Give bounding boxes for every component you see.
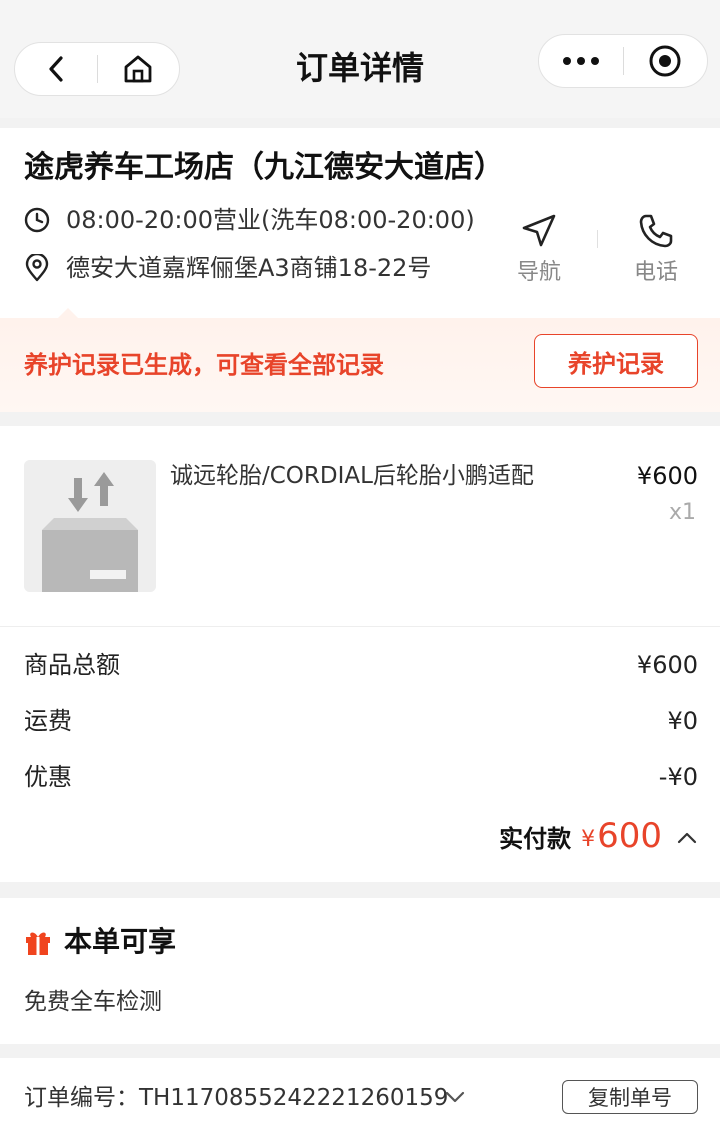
- chevron-down-icon[interactable]: [444, 1090, 466, 1104]
- actions-divider: [597, 230, 598, 248]
- navigate-button[interactable]: 导航: [493, 212, 585, 286]
- home-button[interactable]: [98, 42, 180, 96]
- product-quantity: x1: [668, 500, 696, 525]
- benefits-title: 本单可享: [64, 925, 177, 958]
- benefit-item: 免费全车检测: [24, 989, 162, 1015]
- nav-capsule-left: [14, 42, 180, 96]
- box-placeholder-icon: [24, 460, 156, 592]
- close-mini-program-button[interactable]: [624, 34, 708, 88]
- phone-button[interactable]: 电话: [610, 212, 702, 286]
- summary-row: 运费 ¥0: [24, 704, 698, 738]
- navigation-arrow-icon: [522, 214, 556, 247]
- product-divider: [0, 626, 720, 627]
- benefits-card: 本单可享 免费全车检测: [0, 898, 720, 1044]
- store-hours: 08:00-20:00营业(洗车08:00-20:00): [66, 206, 475, 234]
- store-address: 德安大道嘉辉俪堡A3商铺18-22号: [66, 254, 432, 282]
- summary-label: 优惠: [24, 763, 72, 791]
- location-pin-icon: [25, 254, 49, 282]
- product-thumbnail[interactable]: [24, 460, 156, 592]
- product-name: 诚远轮胎/CORDIAL后轮胎小鹏适配: [170, 463, 534, 489]
- navigate-label: 导航: [516, 260, 561, 285]
- chevron-up-icon: [677, 832, 697, 844]
- summary-value: ¥600: [636, 651, 698, 679]
- store-card: 途虎养车工场店（九江德安大道店） 08:00-20:00营业(洗车08:00-2…: [0, 128, 720, 412]
- top-nav-bar: 订单详情: [0, 0, 720, 118]
- clock-icon: [24, 207, 50, 233]
- notice-pointer: [58, 308, 78, 318]
- paid-total-row[interactable]: 实付款 ¥ 600: [499, 816, 698, 856]
- mini-program-capsule: [538, 34, 708, 88]
- summary-label: 运费: [24, 707, 72, 735]
- store-actions: 导航 电话: [493, 212, 702, 286]
- page-title: 订单详情: [295, 49, 424, 87]
- order-number-card: 订单编号：TH11708552422212601​59 复制单号: [0, 1058, 720, 1131]
- notice-text: 养护记录已生成，可查看全部记录: [24, 351, 384, 379]
- maintenance-record-button[interactable]: 养护记录: [534, 334, 698, 388]
- more-dots-icon: [562, 57, 599, 65]
- order-number: 订单编号：TH11708552422212601​59: [24, 1085, 449, 1111]
- summary-value: -¥0: [658, 763, 698, 791]
- gift-icon: [26, 932, 50, 955]
- paid-currency: ¥: [581, 826, 596, 852]
- product-price: ¥600: [636, 462, 698, 490]
- target-circle-icon: [649, 45, 681, 77]
- back-button[interactable]: [15, 42, 97, 96]
- more-button[interactable]: [539, 34, 623, 88]
- maintenance-notice: 养护记录已生成，可查看全部记录 养护记录: [0, 308, 720, 412]
- summary-row: 优惠 -¥0: [24, 760, 698, 794]
- store-hours-row: 08:00-20:00营业(洗车08:00-20:00): [24, 204, 475, 236]
- phone-icon: [639, 214, 673, 248]
- chevron-left-icon: [49, 56, 63, 82]
- product-card: 诚远轮胎/CORDIAL后轮胎小鹏适配 ¥600 x1 商品总额 ¥600 运费…: [0, 426, 720, 882]
- summary-row: 商品总额 ¥600: [24, 648, 698, 682]
- store-address-row: 德安大道嘉辉俪堡A3商铺18-22号: [24, 252, 431, 284]
- home-icon: [124, 55, 152, 83]
- store-name: 途虎养车工场店（九江德安大道店）: [24, 150, 504, 185]
- paid-amount: 600: [597, 816, 662, 856]
- copy-order-number-button[interactable]: 复制单号: [562, 1080, 698, 1114]
- summary-value: ¥0: [667, 707, 698, 735]
- summary-label: 商品总额: [24, 651, 120, 679]
- paid-label: 实付款: [499, 824, 572, 853]
- order-detail-page: 订单详情 途虎养车工场店（九江德安大道店） 08:00-20:00营业(洗车08…: [0, 0, 720, 1131]
- phone-label: 电话: [633, 260, 678, 285]
